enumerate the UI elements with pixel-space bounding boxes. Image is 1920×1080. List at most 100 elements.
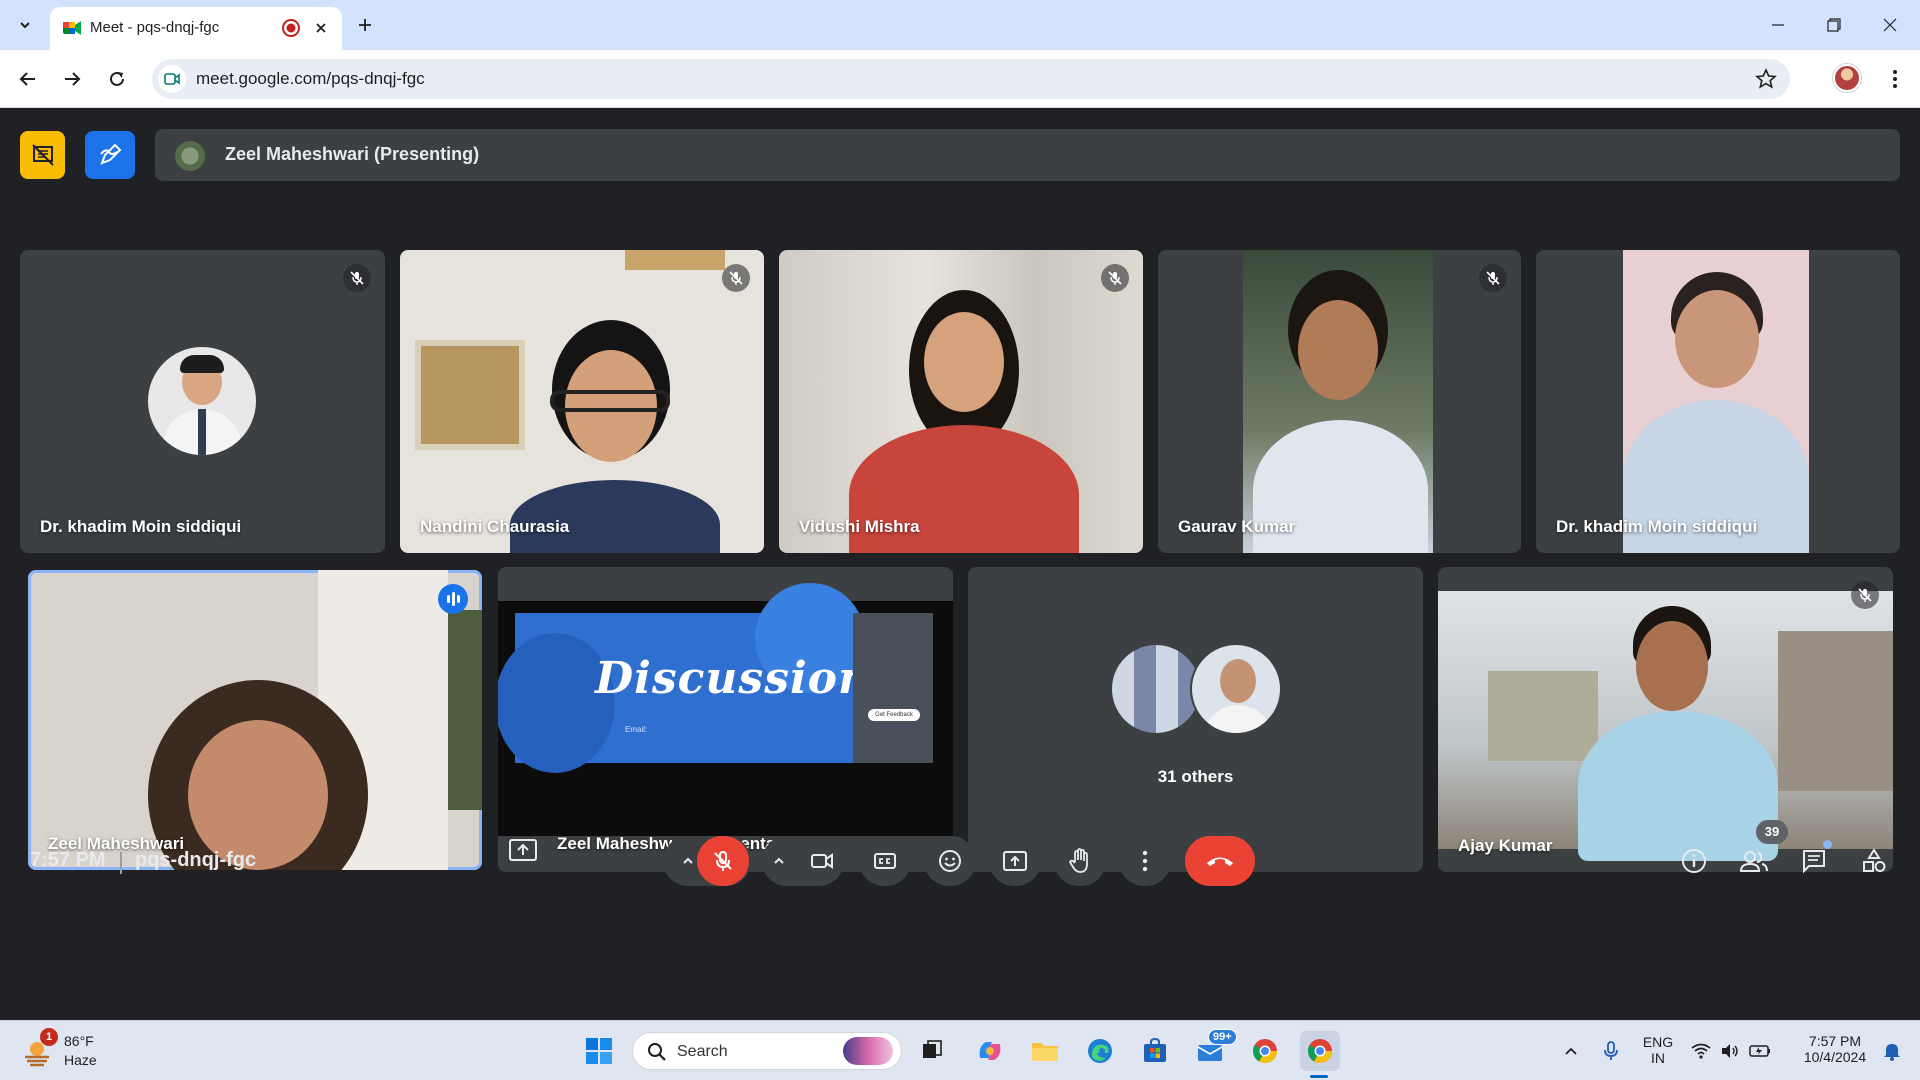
quick-settings-button[interactable] xyxy=(1686,1031,1776,1071)
region-code: IN xyxy=(1651,1050,1665,1066)
clock-date: 10/4/2024 xyxy=(1803,1049,1867,1065)
windows-logo-icon xyxy=(586,1038,612,1064)
reload-icon xyxy=(110,71,124,86)
mic-off-icon xyxy=(714,851,732,871)
bookmark-star-icon[interactable] xyxy=(1754,67,1778,91)
close-icon xyxy=(1883,18,1897,32)
weather-widget[interactable]: 1 86°F Haze xyxy=(20,1028,130,1073)
camera-toggle[interactable] xyxy=(762,836,844,886)
others-avatar xyxy=(1190,643,1282,735)
activities-button[interactable] xyxy=(1849,836,1899,886)
chevron-up-icon xyxy=(683,857,693,864)
participant-tile[interactable]: Dr. khadim Moin siddiqui xyxy=(1536,250,1900,553)
chrome-button[interactable] xyxy=(1245,1031,1285,1071)
mail-button[interactable]: 99+ xyxy=(1190,1029,1237,1071)
chevron-up-icon xyxy=(1565,1047,1577,1055)
others-avatar-group xyxy=(1110,643,1290,735)
profile-avatar[interactable] xyxy=(1833,64,1861,92)
participant-face xyxy=(188,720,328,870)
participant-tile[interactable]: Gaurav Kumar xyxy=(1158,250,1521,553)
show-hidden-icons-button[interactable] xyxy=(1551,1031,1591,1071)
hand-icon xyxy=(1068,848,1088,873)
participant-count-badge: 39 xyxy=(1756,820,1788,844)
more-vert-icon xyxy=(1142,850,1148,872)
active-app-indicator xyxy=(1310,1075,1328,1078)
tab-close-button[interactable] xyxy=(310,17,332,39)
window-close-button[interactable] xyxy=(1870,10,1910,40)
forward-button[interactable] xyxy=(55,62,89,96)
slide-title: Discussion xyxy=(595,653,872,704)
chrome-icon xyxy=(1252,1039,1277,1064)
participant-tile[interactable]: Nandini Chaurasia xyxy=(400,250,764,553)
reload-button[interactable] xyxy=(100,62,134,96)
muted-indicator xyxy=(1851,581,1879,609)
separator xyxy=(120,852,122,874)
present-now-button[interactable] xyxy=(989,836,1041,886)
more-options-button[interactable] xyxy=(1119,836,1171,886)
meeting-details-button[interactable] xyxy=(1669,836,1719,886)
meet-favicon-icon xyxy=(63,21,81,35)
microphone-tray-button[interactable] xyxy=(1591,1031,1631,1071)
participant-name: Dr. khadim Moin siddiqui xyxy=(40,517,242,536)
task-view-button[interactable] xyxy=(912,1031,952,1071)
slide-feedback-button: Get Feedback xyxy=(868,709,920,721)
file-explorer-button[interactable] xyxy=(1025,1031,1065,1071)
microphone-toggle[interactable] xyxy=(697,836,749,886)
browser-tab-meet[interactable]: Meet - pqs-dnqj-fgc xyxy=(50,7,342,50)
mail-badge: 99+ xyxy=(1208,1029,1237,1045)
browser-tab-strip: Meet - pqs-dnqj-fgc xyxy=(0,0,1920,50)
participant-tile[interactable]: Vidushi Mishra xyxy=(779,250,1143,553)
present-screen-icon xyxy=(509,839,537,861)
reactions-button[interactable] xyxy=(924,836,976,886)
chrome-icon xyxy=(1307,1039,1332,1064)
slide-email: Email: xyxy=(625,725,648,734)
restore-button[interactable] xyxy=(1814,10,1854,40)
muted-indicator xyxy=(343,264,371,292)
taskbar-search[interactable]: Search xyxy=(632,1032,902,1070)
participant-tile[interactable]: Ajay Kumar xyxy=(1438,567,1893,872)
system-clock[interactable]: 7:57 PM 10/4/2024 xyxy=(1790,1033,1880,1065)
start-button[interactable] xyxy=(579,1031,619,1071)
muted-indicator xyxy=(722,264,750,292)
captions-button[interactable] xyxy=(859,836,911,886)
others-tile[interactable]: 31 others xyxy=(968,567,1423,872)
notifications-button[interactable] xyxy=(1872,1031,1912,1071)
search-highlight-image xyxy=(843,1037,893,1065)
meeting-time: 7:57 PM xyxy=(30,849,106,871)
arrow-left-icon xyxy=(19,72,35,86)
site-info-button[interactable] xyxy=(158,65,186,93)
browser-toolbar: meet.google.com/pqs-dnqj-fgc xyxy=(0,50,1920,108)
participant-tile[interactable]: Dr. khadim Moin siddiqui xyxy=(20,250,385,553)
address-bar[interactable]: meet.google.com/pqs-dnqj-fgc xyxy=(152,59,1790,99)
leave-call-button[interactable] xyxy=(1185,836,1255,886)
volume-icon xyxy=(1721,1044,1738,1058)
chrome-active-button[interactable] xyxy=(1300,1031,1340,1071)
edge-button[interactable] xyxy=(1080,1031,1120,1071)
back-button[interactable] xyxy=(11,62,45,96)
raise-hand-button[interactable] xyxy=(1054,836,1106,886)
copilot-button[interactable] xyxy=(970,1031,1010,1071)
tab-search-button[interactable] xyxy=(10,10,40,40)
present-screen-icon xyxy=(1003,851,1027,871)
new-tab-button[interactable] xyxy=(352,12,378,38)
minimize-button[interactable] xyxy=(1758,10,1798,40)
presentation-tile[interactable]: Discussion Email: Get Feedback Zeel Mahe… xyxy=(498,567,953,872)
copilot-icon xyxy=(979,1042,1001,1060)
call-end-icon xyxy=(1207,857,1233,866)
info-icon xyxy=(1682,849,1706,873)
os-taskbar: 1 86°F Haze Search 99+ ENG IN 7:57 PM 10… xyxy=(0,1020,1920,1080)
presenting-banner: Zeel Maheshwari (Presenting) xyxy=(155,129,1900,181)
active-speaker-tile[interactable]: Zeel Maheshwari xyxy=(28,570,482,870)
weather-badge: 1 xyxy=(40,1028,58,1046)
browser-menu-button[interactable] xyxy=(1880,64,1910,94)
restore-icon xyxy=(1827,18,1841,32)
annotate-button[interactable] xyxy=(85,131,135,179)
participant-name: Nandini Chaurasia xyxy=(420,517,570,536)
store-icon xyxy=(1144,1037,1166,1062)
mic-off-icon xyxy=(1858,588,1872,602)
presenter-avatar xyxy=(175,141,205,171)
muted-indicator xyxy=(1479,264,1507,292)
input-language[interactable]: ENG IN xyxy=(1640,1034,1676,1066)
store-button[interactable] xyxy=(1135,1031,1175,1071)
stop-presenting-button[interactable] xyxy=(20,131,65,179)
